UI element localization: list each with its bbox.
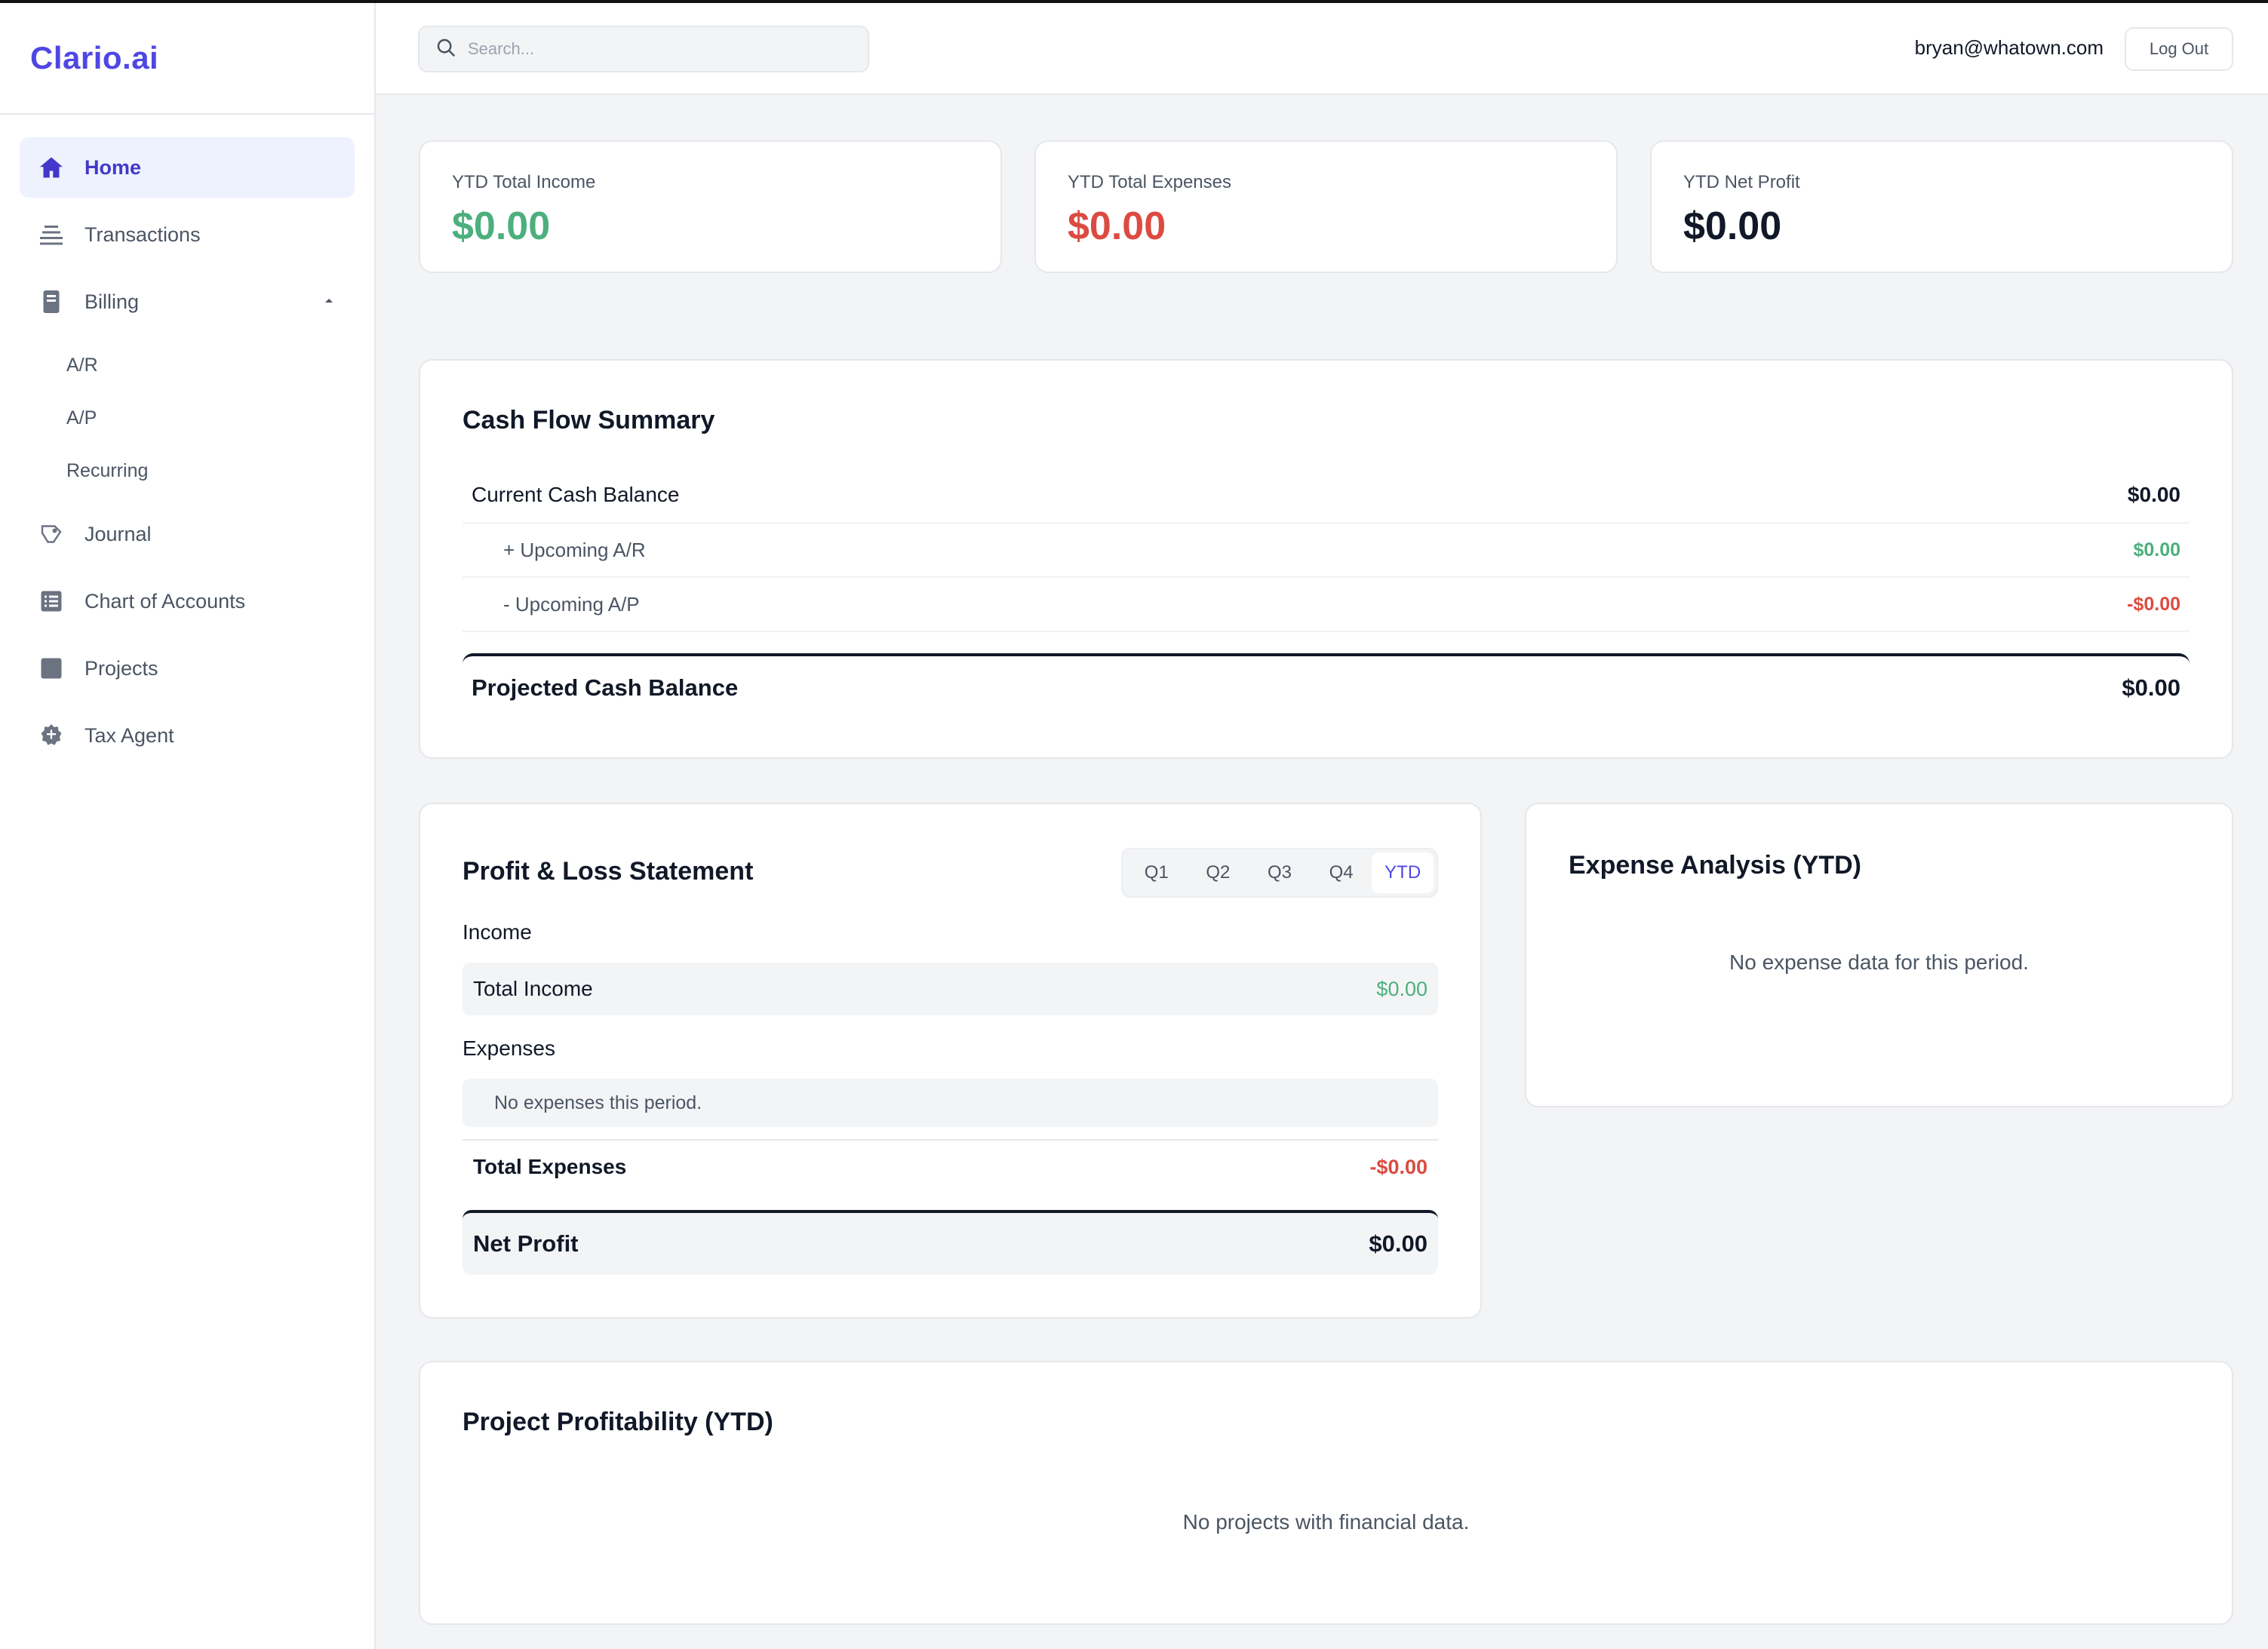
row-label: Total Income [473,977,593,1000]
stat-value: $0.00 [1683,204,1782,248]
row-label: Current Cash Balance [472,483,680,506]
stat-card-income: YTD Total Income $0.00 [419,140,1002,273]
period-selector: Q1 Q2 Q3 Q4 YTD [1121,848,1438,898]
cash-flow-card: Cash Flow Summary Current Cash Balance $… [419,359,2233,759]
row-value: -$0.00 [1369,1155,1427,1178]
no-expenses-row: No expenses this period. [463,1079,1438,1127]
net-profit-row: Net Profit $0.00 [463,1210,1438,1275]
projects-icon [36,653,66,683]
total-income-row: Total Income $0.00 [463,963,1438,1015]
pnl-card: Profit & Loss Statement Q1 Q2 Q3 Q4 YTD … [419,803,1482,1319]
income-heading: Income [463,920,532,944]
card-title: Cash Flow Summary [463,406,715,435]
empty-message: No projects with financial data. [1182,1510,1470,1534]
stat-card-expenses: YTD Total Expenses $0.00 [1034,140,1618,273]
top-bar: bryan@whatown.com Log Out [376,3,2268,95]
search-input[interactable] [468,39,845,59]
row-label: Net Profit [473,1230,579,1257]
card-title: Expense Analysis (YTD) [1569,851,1861,880]
stat-value: $0.00 [452,204,551,248]
sidebar-subitem-ar[interactable]: A/R [20,339,355,392]
row-value: $0.00 [2133,539,2180,560]
row-label: - Upcoming A/P [503,592,640,616]
total-expenses-row: Total Expenses -$0.00 [463,1139,1438,1193]
cash-flow-row-upcoming-ar: + Upcoming A/R $0.00 [463,524,2190,578]
tax-agent-icon [36,720,66,751]
row-value: $0.00 [1369,1230,1427,1257]
stat-card-net-profit: YTD Net Profit $0.00 [1650,140,2233,273]
sidebar-item-billing[interactable]: Billing [20,272,355,332]
period-tab-q2[interactable]: Q2 [1188,852,1249,893]
sidebar-item-label: Journal [85,522,152,545]
sidebar-item-chart-of-accounts[interactable]: Chart of Accounts [20,571,355,631]
cash-flow-row-upcoming-ap: - Upcoming A/P -$0.00 [463,578,2190,632]
chart-of-accounts-icon [36,586,66,616]
billing-icon [36,287,66,317]
row-label: + Upcoming A/R [503,538,646,561]
sidebar-item-label: Home [85,155,142,179]
cash-flow-row-current: Current Cash Balance $0.00 [463,468,2190,524]
cash-flow-row-projected: Projected Cash Balance $0.00 [463,653,2190,720]
search-box[interactable] [418,26,869,72]
search-icon [435,36,457,63]
period-tab-q4[interactable]: Q4 [1311,852,1372,893]
sidebar-item-label: Tax Agent [85,723,174,747]
transactions-icon [36,220,66,250]
row-value: $0.00 [2122,674,2180,701]
expenses-heading: Expenses [463,1036,555,1060]
sidebar-item-tax-agent[interactable]: Tax Agent [20,705,355,766]
empty-message: No expenses this period. [494,1092,702,1113]
period-tab-q3[interactable]: Q3 [1249,852,1311,893]
period-tab-q1[interactable]: Q1 [1126,852,1188,893]
sidebar-subitem-recurring[interactable]: Recurring [20,444,355,497]
sidebar-item-label: Transactions [85,223,201,246]
sidebar: Clario.ai Home Transactions Billing A/R … [0,3,376,1649]
row-value: $0.00 [1376,977,1427,1000]
home-icon [36,152,66,183]
period-tab-ytd[interactable]: YTD [1372,852,1434,893]
sidebar-item-projects[interactable]: Projects [20,638,355,699]
sidebar-item-label: Chart of Accounts [85,589,246,613]
sidebar-item-home[interactable]: Home [20,137,355,198]
logout-button[interactable]: Log Out [2125,27,2233,71]
row-value: $0.00 [2127,483,2180,506]
brand-header: Clario.ai [0,3,374,115]
expense-analysis-card: Expense Analysis (YTD) No expense data f… [1525,803,2233,1107]
sidebar-item-journal[interactable]: Journal [20,504,355,564]
sidebar-nav: Home Transactions Billing A/R A/P Recurr… [0,115,374,766]
sidebar-item-transactions[interactable]: Transactions [20,204,355,265]
stat-label: YTD Total Expenses [1068,172,1231,192]
card-title: Profit & Loss Statement [463,857,754,886]
sidebar-subitem-ap[interactable]: A/P [20,392,355,444]
row-label: Total Expenses [473,1155,627,1178]
stat-label: YTD Total Income [452,172,596,192]
sidebar-item-label: Projects [85,656,158,680]
brand-logo[interactable]: Clario.ai [30,40,158,76]
row-label: Projected Cash Balance [472,674,739,701]
stat-label: YTD Net Profit [1683,172,1800,192]
empty-message: No expense data for this period. [1729,950,2029,974]
stat-value: $0.00 [1068,204,1166,248]
project-profitability-card: Project Profitability (YTD) No projects … [419,1361,2233,1625]
row-value: -$0.00 [2127,593,2180,615]
journal-icon [36,519,66,549]
chevron-up-icon[interactable] [320,291,338,315]
user-email: bryan@whatown.com [1914,36,2104,59]
sidebar-item-label: Billing [85,290,140,313]
card-title: Project Profitability (YTD) [463,1408,773,1436]
